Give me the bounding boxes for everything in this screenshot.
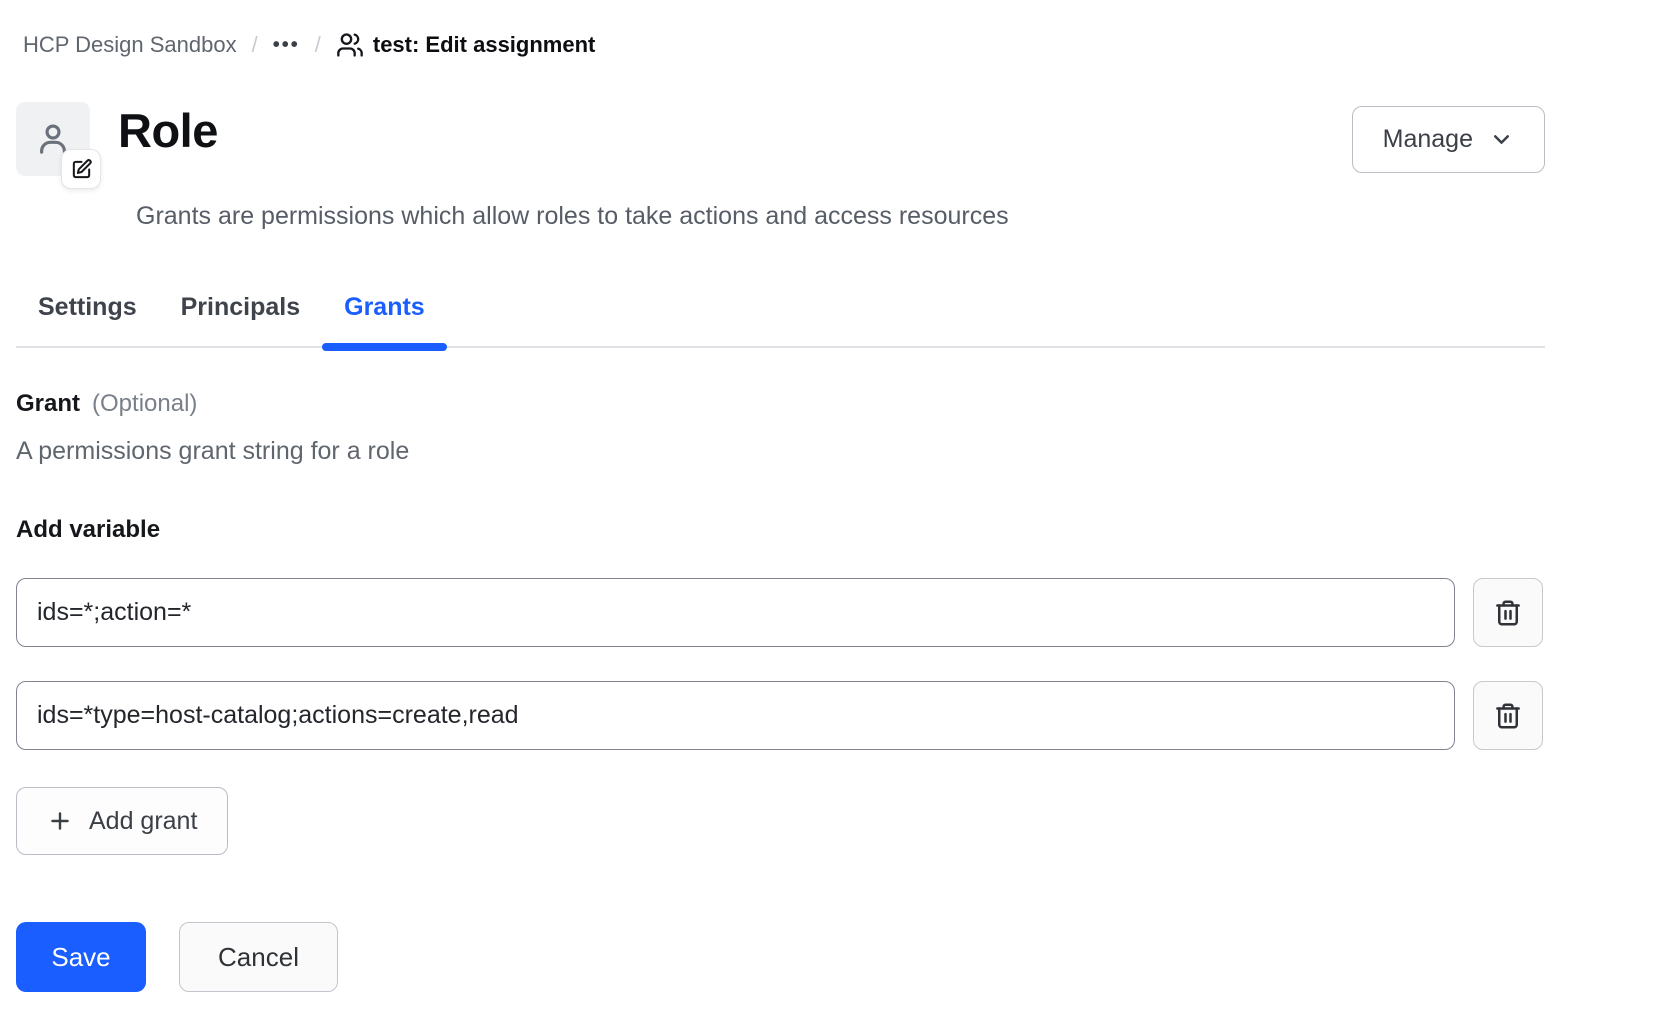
role-edit-page: HCP Design Sandbox / ••• / test: Edit as… [0, 0, 1545, 992]
users-icon [336, 31, 364, 59]
page-description: Grants are permissions which allow roles… [136, 202, 1545, 231]
breadcrumb-root-link[interactable]: HCP Design Sandbox [23, 32, 237, 58]
add-variable-heading: Add variable [16, 516, 1545, 544]
breadcrumb-current-label: test: Edit assignment [373, 32, 595, 58]
breadcrumb-separator: / [315, 32, 321, 58]
grant-field-label: Grant [16, 390, 80, 418]
manage-button[interactable]: Manage [1352, 106, 1545, 173]
page-header: Role Manage [16, 102, 1545, 176]
trash-icon [1493, 701, 1523, 731]
save-button[interactable]: Save [16, 922, 146, 992]
delete-grant-2-button[interactable] [1473, 681, 1543, 750]
add-grant-button[interactable]: Add grant [16, 787, 228, 855]
add-grant-button-label: Add grant [89, 807, 197, 836]
tab-grants[interactable]: Grants [322, 293, 447, 346]
grant-row [16, 681, 1545, 750]
trash-icon [1493, 598, 1523, 628]
breadcrumb-current: test: Edit assignment [336, 31, 595, 59]
role-avatar [16, 102, 90, 176]
tab-bar: Settings Principals Grants [16, 293, 1545, 348]
breadcrumb-ellipsis[interactable]: ••• [273, 34, 300, 57]
cancel-button[interactable]: Cancel [179, 922, 338, 992]
tab-settings[interactable]: Settings [16, 293, 159, 346]
breadcrumb: HCP Design Sandbox / ••• / test: Edit as… [16, 28, 1545, 62]
plus-icon [47, 808, 73, 834]
manage-button-label: Manage [1383, 125, 1473, 154]
grant-optional-label: (Optional) [92, 390, 197, 418]
grant-row [16, 578, 1545, 647]
edit-pencil-icon [70, 158, 93, 181]
grant-help-text: A permissions grant string for a role [16, 437, 1545, 466]
form-actions: Save Cancel [16, 922, 1545, 992]
grant-input-2[interactable] [16, 681, 1455, 750]
chevron-down-icon [1489, 127, 1514, 152]
title-block: Role [118, 102, 218, 158]
grant-field-label-row: Grant (Optional) [16, 390, 1545, 418]
grant-input-1[interactable] [16, 578, 1455, 647]
delete-grant-1-button[interactable] [1473, 578, 1543, 647]
tab-principals[interactable]: Principals [159, 293, 323, 346]
breadcrumb-separator: / [252, 32, 258, 58]
page-title: Role [118, 104, 218, 158]
edit-avatar-button[interactable] [61, 149, 101, 189]
